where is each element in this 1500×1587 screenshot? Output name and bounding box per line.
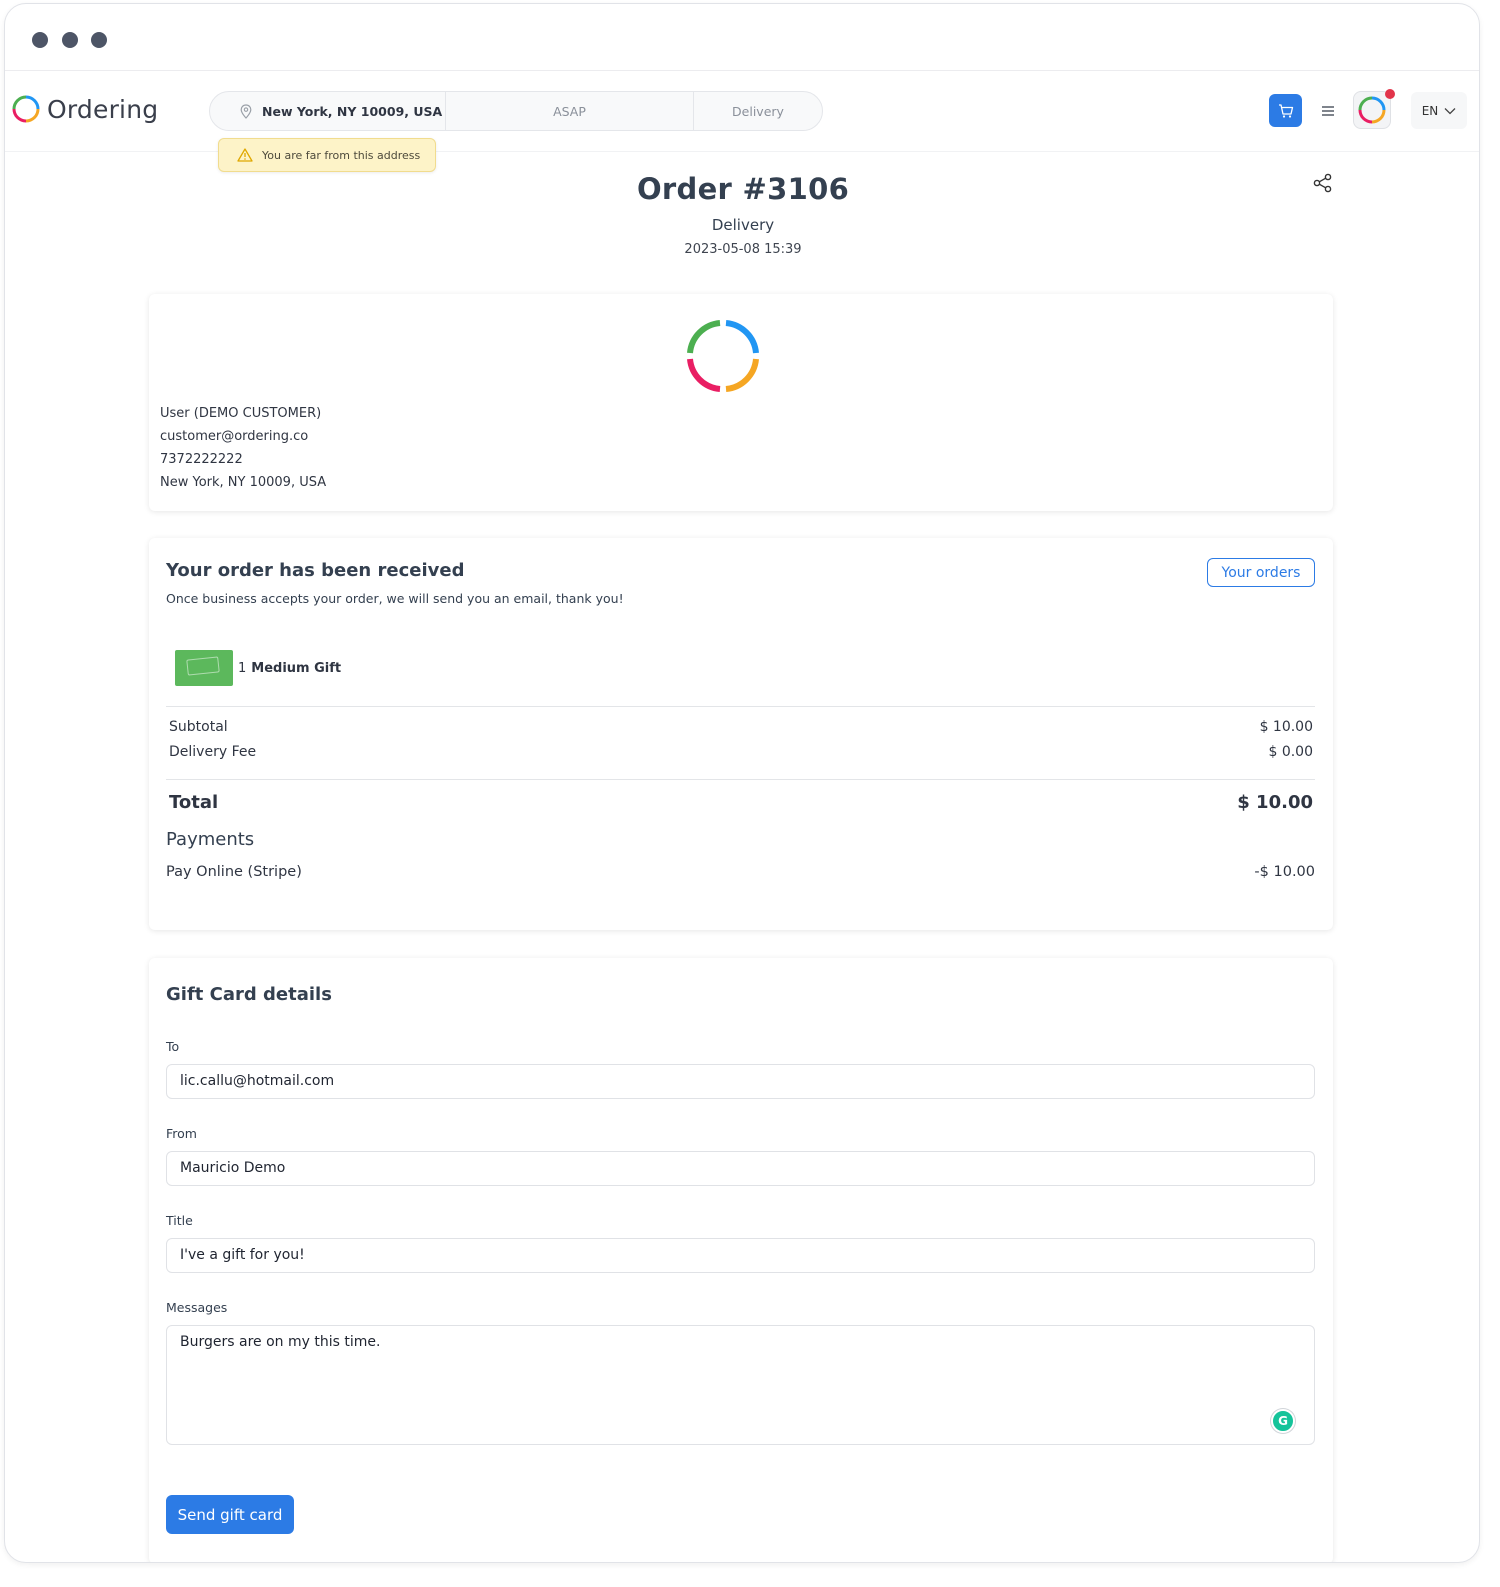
- payments-title: Payments: [166, 829, 255, 850]
- warning-text: You are far from this address: [262, 148, 421, 162]
- delivery-fee-value: $ 0.00: [1268, 744, 1313, 760]
- product-item: 1 Medium Gift: [175, 650, 341, 686]
- address-selector[interactable]: New York, NY 10009, USA: [210, 92, 446, 130]
- cart-button[interactable]: [1269, 94, 1302, 127]
- from-input[interactable]: Mauricio Demo: [166, 1151, 1315, 1186]
- customer-phone: 7372222222: [160, 452, 243, 467]
- cart-icon: [1278, 103, 1293, 118]
- payment-method: Pay Online (Stripe): [166, 864, 302, 880]
- divider: [166, 706, 1315, 707]
- order-date: 2023-05-08 15:39: [684, 242, 802, 257]
- map-pin-icon: [240, 103, 252, 119]
- delivery-fee-row: Delivery Fee $ 0.00: [169, 744, 1313, 760]
- subtotal-row: Subtotal $ 10.00: [169, 719, 1313, 735]
- customer-email: customer@ordering.co: [160, 429, 309, 444]
- logo-text: Ordering: [47, 94, 159, 124]
- far-address-warning: You are far from this address: [218, 138, 436, 172]
- address-text: New York, NY 10009, USA: [262, 103, 443, 119]
- order-type-selector[interactable]: Delivery: [694, 92, 822, 130]
- product-quantity: 1: [238, 660, 247, 676]
- location-bar: New York, NY 10009, USA ASAP Delivery: [209, 91, 823, 131]
- window-titlebar: [5, 4, 1479, 71]
- payment-row: Pay Online (Stripe) -$ 10.00: [166, 864, 1315, 880]
- customer-name: User (DEMO CUSTOMER): [160, 406, 322, 421]
- gift-card-title: Gift Card details: [166, 984, 332, 1005]
- title-label: Title: [166, 1213, 193, 1228]
- to-input[interactable]: lic.callu@hotmail.com: [166, 1064, 1315, 1099]
- chevron-down-icon: [1444, 107, 1456, 114]
- to-label: To: [166, 1039, 180, 1054]
- notification-badge: [1385, 89, 1395, 99]
- order-header: Order #3106 Delivery 2023-05-08 15:39: [5, 172, 1479, 257]
- menu-button[interactable]: [1317, 100, 1339, 122]
- customer-address: New York, NY 10009, USA: [160, 475, 327, 490]
- logo[interactable]: Ordering: [11, 94, 158, 124]
- total-row: Total $ 10.00: [169, 792, 1313, 813]
- order-title: Order #3106: [636, 172, 850, 206]
- subtotal-value: $ 10.00: [1259, 719, 1313, 735]
- your-orders-button[interactable]: Your orders: [1207, 558, 1315, 587]
- divider: [166, 779, 1315, 780]
- grammarly-icon[interactable]: G: [1271, 1409, 1295, 1433]
- window-maximize-dot[interactable]: [91, 32, 107, 48]
- product-name: Medium Gift: [251, 660, 342, 676]
- hamburger-icon: [1322, 106, 1334, 116]
- ordering-logo-icon: [12, 95, 40, 123]
- delivery-fee-label: Delivery Fee: [169, 744, 257, 760]
- payment-amount: -$ 10.00: [1254, 864, 1315, 880]
- window-minimize-dot[interactable]: [62, 32, 78, 48]
- avatar-logo-icon: [1358, 96, 1386, 124]
- total-value: $ 10.00: [1237, 792, 1313, 813]
- product-image: [175, 650, 233, 686]
- messages-label: Messages: [166, 1300, 228, 1315]
- order-status-card: Your order has been received Once busine…: [149, 538, 1333, 930]
- total-label: Total: [169, 792, 219, 813]
- send-gift-card-button[interactable]: Send gift card: [166, 1495, 294, 1534]
- language-selector[interactable]: EN: [1411, 92, 1467, 129]
- title-input[interactable]: I've a gift for you!: [166, 1238, 1315, 1273]
- status-title: Your order has been received: [166, 560, 465, 581]
- time-selector[interactable]: ASAP: [446, 92, 694, 130]
- business-logo-icon: [687, 320, 759, 392]
- browser-window: Ordering New York, NY 10009, USA ASAP De…: [4, 3, 1480, 1563]
- from-label: From: [166, 1126, 197, 1141]
- gift-card-form: Gift Card details To lic.callu@hotmail.c…: [149, 958, 1333, 1562]
- status-subtitle: Once business accepts your order, we wil…: [166, 591, 624, 606]
- customer-info: User (DEMO CUSTOMER) customer@ordering.c…: [160, 402, 326, 494]
- customer-card: User (DEMO CUSTOMER) customer@ordering.c…: [149, 294, 1333, 511]
- subtotal-label: Subtotal: [169, 719, 228, 735]
- language-code: EN: [1421, 103, 1439, 118]
- warning-icon: [237, 148, 253, 162]
- window-close-dot[interactable]: [32, 32, 48, 48]
- messages-textarea[interactable]: Burgers are on my this time.: [166, 1325, 1315, 1445]
- order-type: Delivery: [711, 216, 775, 234]
